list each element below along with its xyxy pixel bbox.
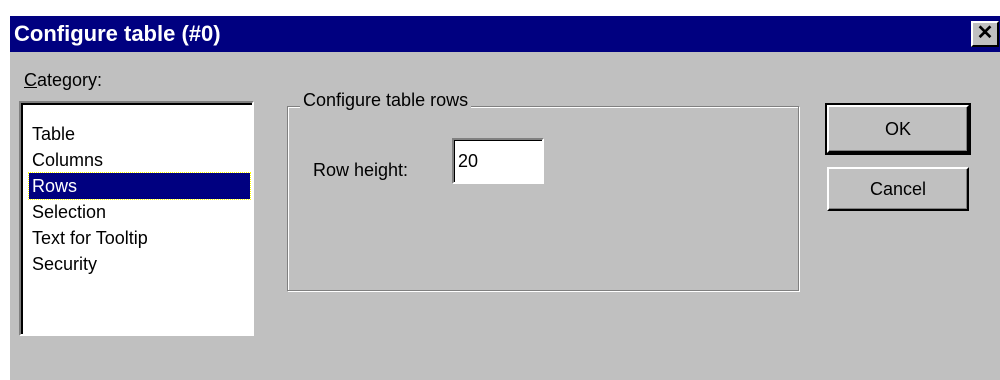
category-item-text-for-tooltip[interactable]: Text for Tooltip xyxy=(29,225,250,251)
category-item-selection[interactable]: Selection xyxy=(29,199,250,225)
title-bar[interactable]: Configure table (#0) ✕ xyxy=(10,16,1000,52)
cancel-button[interactable]: Cancel xyxy=(827,167,969,211)
category-listbox-frame: Table Columns Rows Selection Text for To… xyxy=(21,103,252,334)
configure-rows-group-title: Configure table rows xyxy=(300,90,472,111)
category-item-columns[interactable]: Columns xyxy=(29,147,250,173)
category-item-rows[interactable]: Rows xyxy=(28,172,251,200)
category-label-text: ategory: xyxy=(37,70,103,90)
row-height-input[interactable] xyxy=(452,138,544,184)
category-item-table[interactable]: Table xyxy=(29,121,250,147)
category-label-accelerator: C xyxy=(24,70,37,90)
category-listbox[interactable]: Table Columns Rows Selection Text for To… xyxy=(19,101,254,336)
row-height-label: Row height: xyxy=(313,160,409,180)
close-icon: ✕ xyxy=(976,22,994,44)
window-title: Configure table (#0) xyxy=(14,21,221,46)
configure-rows-groupbox xyxy=(287,106,799,291)
category-item-security[interactable]: Security xyxy=(29,251,250,277)
close-button[interactable]: ✕ xyxy=(971,21,999,47)
ok-button[interactable]: OK xyxy=(825,103,971,155)
category-label: Category: xyxy=(24,70,102,91)
